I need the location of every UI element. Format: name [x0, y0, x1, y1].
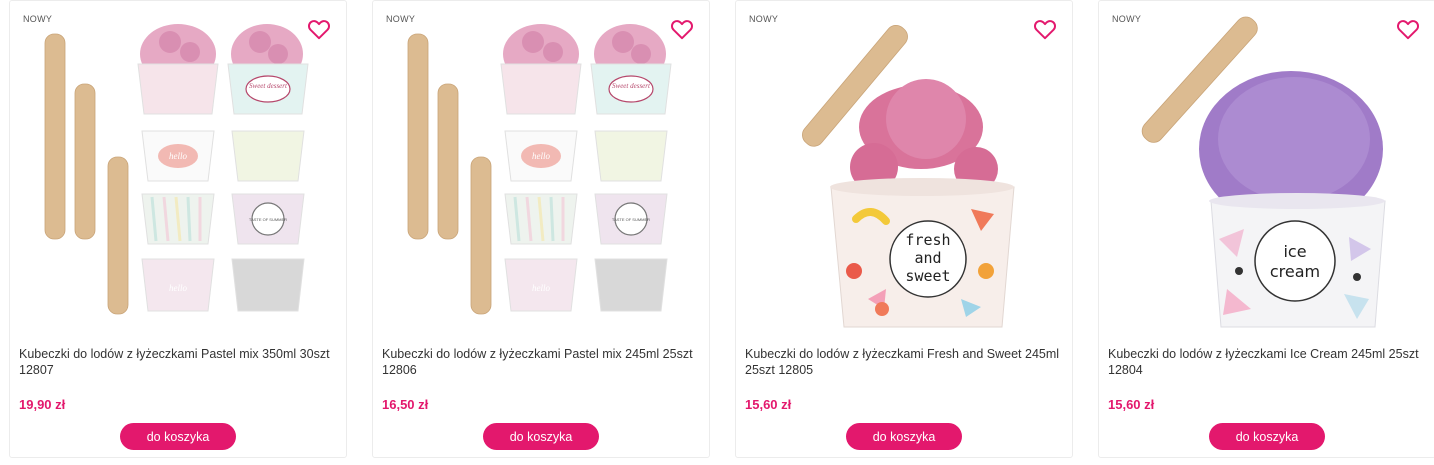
product-title-link[interactable]: Kubeczki do lodów z łyżeczkami Fresh and…	[745, 346, 1063, 378]
product-card[interactable]: NOWY	[9, 0, 347, 458]
product-price: 15,60 zł	[1108, 397, 1155, 412]
product-image[interactable]: ice cream	[1119, 9, 1419, 329]
product-grid: NOWY Sweet dessert hello TASTE OF SUMMER…	[0, 0, 1434, 465]
cup-label: Sweet dessert	[612, 82, 651, 90]
product-image[interactable]: Sweet dessert hello TASTE OF SUMMER hell…	[393, 9, 693, 329]
cup-label: hello	[532, 283, 550, 293]
product-card[interactable]: NOWY	[735, 0, 1073, 458]
product-image[interactable]: fresh and sweet	[756, 9, 1056, 329]
product-title-link[interactable]: Kubeczki do lodów z łyżeczkami Pastel mi…	[19, 346, 337, 378]
cup-label: hello	[532, 151, 550, 161]
cup-label: Sweet dessert	[249, 82, 288, 90]
product-title-link[interactable]: Kubeczki do lodów z łyżeczkami Pastel mi…	[382, 346, 700, 378]
cup-label: sweet	[905, 267, 950, 285]
cup-label: cream	[1270, 262, 1320, 281]
product-image[interactable]: Sweet dessert hello TASTE OF SUMMER hell…	[30, 9, 330, 329]
product-price: 15,60 zł	[745, 397, 792, 412]
cup-label: hello	[169, 283, 187, 293]
cup-label: ice	[1283, 242, 1306, 261]
add-to-cart-button[interactable]: do koszyka	[1209, 423, 1325, 450]
cup-label: fresh	[905, 231, 950, 249]
cup-label: and	[914, 249, 941, 267]
product-price: 16,50 zł	[382, 397, 429, 412]
add-to-cart-button[interactable]: do koszyka	[120, 423, 236, 450]
product-title-link[interactable]: Kubeczki do lodów z łyżeczkami Ice Cream…	[1108, 346, 1426, 378]
add-to-cart-button[interactable]: do koszyka	[483, 423, 599, 450]
cup-label: TASTE OF SUMMER	[612, 217, 650, 222]
add-to-cart-button[interactable]: do koszyka	[846, 423, 962, 450]
cup-label: hello	[169, 151, 187, 161]
product-card[interactable]: NOWY	[372, 0, 710, 458]
product-price: 19,90 zł	[19, 397, 66, 412]
cup-label: TASTE OF SUMMER	[249, 217, 287, 222]
product-card[interactable]: NOWY	[1098, 0, 1434, 458]
